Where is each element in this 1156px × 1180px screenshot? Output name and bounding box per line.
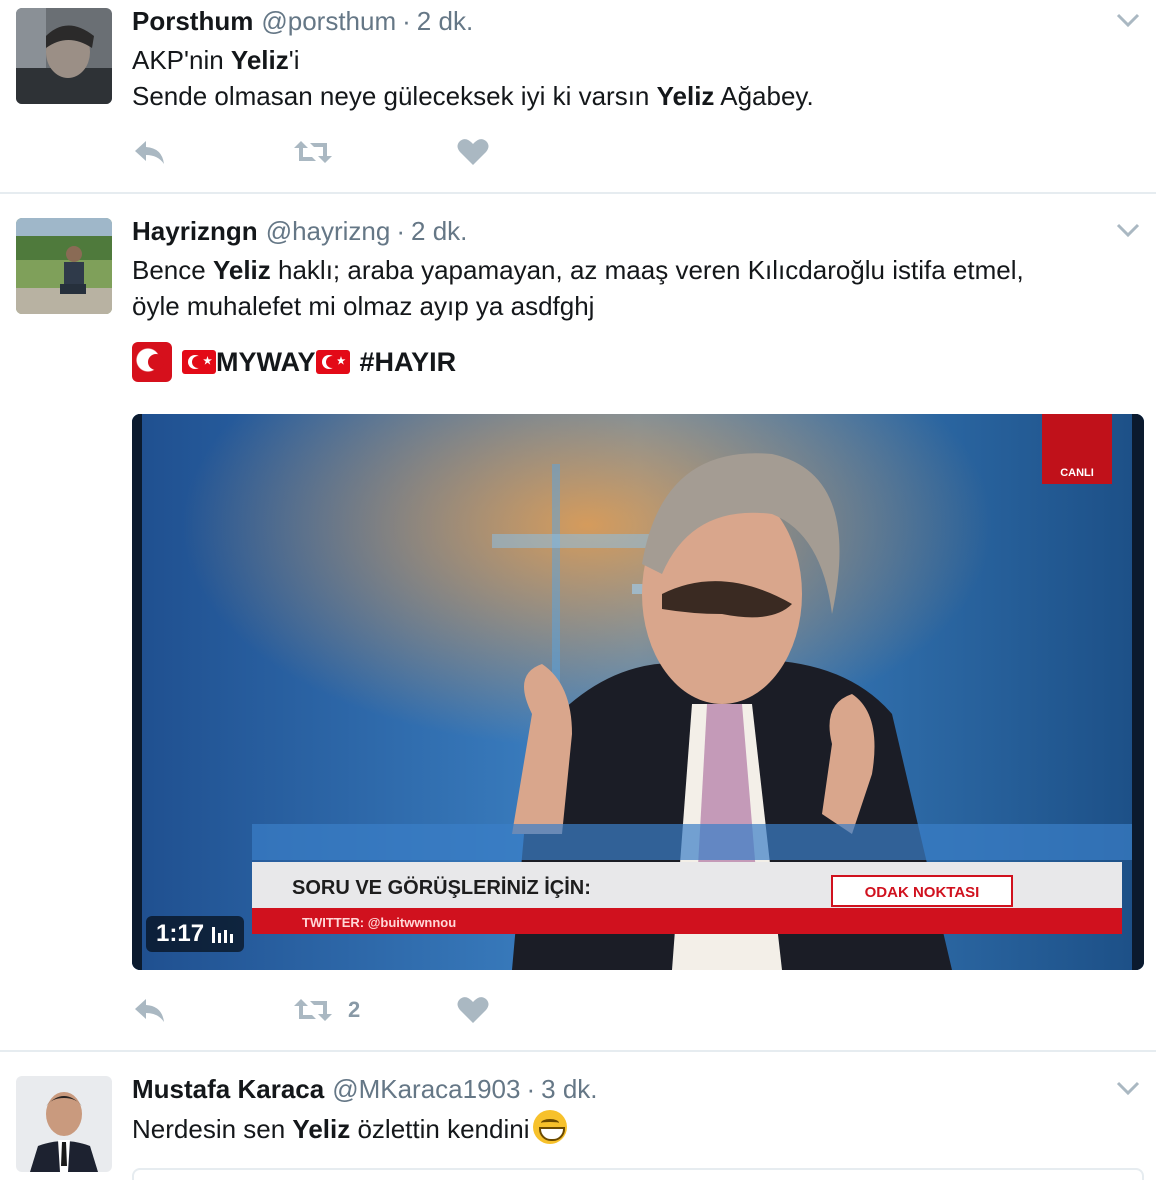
tweet-text-line: öyle muhalefet mi olmaz ayıp ya asdfghj <box>132 288 1142 324</box>
like-button[interactable] <box>456 990 490 1030</box>
video-duration: 1:17 <box>146 916 245 952</box>
separator-dot: · <box>526 1073 536 1104</box>
text-segment: Sende olmasan neye güleceksek iyi ki var… <box>132 81 657 111</box>
user-name[interactable]: Porsthum <box>132 6 253 37</box>
user-handle[interactable]: @MKaraca1903 <box>332 1074 520 1105</box>
heart-icon <box>457 139 489 165</box>
tweet-text-line: Bence Yeliz haklı; araba yapamayan, az m… <box>132 252 1142 288</box>
tweet-text-line: Nerdesin sen Yeliz özlettin kendini <box>132 1114 529 1144</box>
banner-subtitle: TWITTER: @buitwwnnou <box>302 915 456 930</box>
turkey-flag-icon: ★ <box>315 350 350 374</box>
grinning-emoji-icon <box>533 1110 568 1144</box>
text-segment: AKP'nin <box>132 45 231 75</box>
avatar[interactable] <box>16 1076 112 1172</box>
text-segment: 'i <box>288 45 300 75</box>
retweet-button[interactable]: 2 <box>292 990 360 1030</box>
text-segment: öyle muhalefet mi olmaz ayıp ya asdfghj <box>132 291 595 321</box>
chevron-down-icon[interactable] <box>1114 8 1142 32</box>
tweet-text: AKP'nin Yeliz'i Sende olmasan neye gülece… <box>132 42 1142 114</box>
user-handle[interactable]: @hayrizng <box>266 216 391 247</box>
text-segment: Nerdesin sen <box>132 1114 293 1144</box>
text-segment: özlettin kendini <box>350 1114 530 1144</box>
separator-dot: · <box>396 215 406 246</box>
banner-right: ODAK NOKTASI <box>865 884 980 901</box>
tweet[interactable]: Porsthum @porsthum · 2 dk. AKP'nin Yeliz… <box>0 0 1156 194</box>
tweet-text-line: Sende olmasan neye güleceksek iyi ki var… <box>132 78 1142 114</box>
retweet-count: 2 <box>348 997 361 1022</box>
myway-text: MYWAY <box>216 346 316 377</box>
user-handle[interactable]: @porsthum <box>261 6 396 37</box>
tweet[interactable]: Mustafa Karaca @MKaraca1903 · 3 dk. Nerd… <box>0 1052 1156 1180</box>
reply-button[interactable] <box>132 132 168 172</box>
reply-icon <box>135 999 164 1022</box>
reply-icon <box>135 141 164 164</box>
turkey-flag-icon: ★ <box>182 350 216 374</box>
heart-icon <box>457 997 489 1023</box>
chevron-down-icon[interactable] <box>1114 218 1142 242</box>
separator-dot: · <box>402 5 411 36</box>
timestamp[interactable]: 2 dk. <box>411 216 467 247</box>
tweet-header: Mustafa Karaca @MKaraca1903 · 3 dk. <box>132 1072 1142 1106</box>
banner-title: SORU VE GÖRÜŞLERİNİZ İÇİN: <box>292 876 591 899</box>
tweet-text: Bence Yeliz haklı; araba yapamayan, az m… <box>132 252 1142 324</box>
highlighted-keyword: Yeliz <box>230 45 289 75</box>
text-segment: haklı; araba yapamayan, az maaş veren Kı… <box>270 255 1024 285</box>
tweet-hashtag-line: ★ MYWAY ★ #HAYIR <box>132 342 1142 382</box>
user-name[interactable]: Mustafa Karaca <box>132 1074 324 1105</box>
timestamp[interactable]: 3 dk. <box>541 1074 597 1105</box>
duration-text: 1:17 <box>156 920 205 947</box>
avatar[interactable] <box>16 8 112 104</box>
text-segment: Bence <box>132 255 213 285</box>
video-thumbnail: CANLI SORU VE GÖRÜŞLERİNİZ İÇİN: TWITTER… <box>132 414 1144 970</box>
highlighted-keyword: Yeliz <box>656 81 715 111</box>
avatar[interactable] <box>16 218 112 314</box>
reply-button[interactable] <box>132 990 168 1030</box>
retweet-icon <box>294 999 332 1021</box>
highlighted-keyword: Yeliz <box>212 255 271 285</box>
retweet-icon <box>294 141 332 163</box>
audio-bars-icon <box>212 927 234 943</box>
tweet[interactable]: Hayrizngn @hayrizng · 2 dk. Bence Yeliz … <box>0 194 1156 1052</box>
tweet-header: Hayrizngn @hayrizng · 2 dk. <box>132 214 1142 248</box>
like-button[interactable] <box>456 132 490 172</box>
live-label: CANLI <box>1060 467 1094 479</box>
tweet-text-line: AKP'nin Yeliz'i <box>132 42 1142 78</box>
chevron-down-icon[interactable] <box>1114 1076 1142 1100</box>
hashtag-link[interactable]: #HAYIR <box>360 347 457 378</box>
text-segment: Ağabey. <box>714 81 814 111</box>
retweet-button[interactable] <box>292 132 334 172</box>
highlighted-keyword: Yeliz <box>292 1114 351 1144</box>
turkey-badge-icon <box>132 342 172 382</box>
user-name[interactable]: Hayrizngn <box>132 216 258 247</box>
media-preview-edge <box>132 1168 1144 1180</box>
video-player[interactable]: CANLI SORU VE GÖRÜŞLERİNİZ İÇİN: TWITTER… <box>132 414 1144 970</box>
tweet-header: Porsthum @porsthum · 2 dk. <box>132 4 1142 38</box>
tweet-text: Nerdesin sen Yeliz özlettin kendini <box>132 1110 1142 1147</box>
timestamp[interactable]: 2 dk. <box>417 6 473 37</box>
